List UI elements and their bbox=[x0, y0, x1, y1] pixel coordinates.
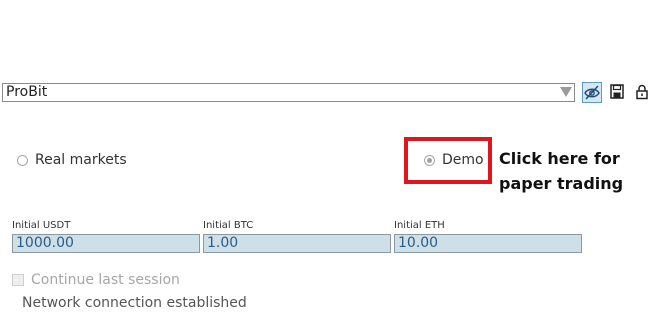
initial-btc-field: Initial BTC 1.00 bbox=[203, 220, 391, 253]
floppy-disk-icon bbox=[610, 84, 624, 99]
initial-usdt-input[interactable]: 1000.00 bbox=[12, 234, 200, 253]
dropdown-arrow-icon[interactable] bbox=[560, 87, 572, 97]
status-text: Network connection established bbox=[22, 295, 247, 311]
paper-trading-callout: Click here for paper trading bbox=[499, 149, 624, 193]
initial-eth-field: Initial ETH 10.00 bbox=[394, 220, 582, 253]
eye-slash-icon bbox=[584, 85, 600, 100]
continue-session-checkbox bbox=[12, 274, 24, 286]
lock-button[interactable] bbox=[633, 82, 653, 103]
trading-settings-panel: ProBit Real markets Demo Click here for bbox=[0, 0, 656, 322]
initial-usdt-label: Initial USDT bbox=[12, 220, 71, 231]
initial-btc-label: Initial BTC bbox=[203, 220, 254, 231]
initial-btc-input[interactable]: 1.00 bbox=[203, 234, 391, 253]
demo-highlight-box bbox=[404, 137, 492, 184]
real-markets-label: Real markets bbox=[35, 152, 127, 168]
initial-usdt-field: Initial USDT 1000.00 bbox=[12, 220, 200, 253]
lock-icon bbox=[636, 84, 648, 100]
real-markets-option[interactable]: Real markets bbox=[17, 152, 127, 168]
initial-eth-input[interactable]: 10.00 bbox=[394, 234, 582, 253]
continue-session-option: Continue last session bbox=[12, 272, 180, 288]
real-markets-radio[interactable] bbox=[17, 154, 28, 166]
toggle-visibility-button[interactable] bbox=[582, 82, 602, 103]
exchange-select-value: ProBit bbox=[6, 84, 48, 100]
save-button[interactable] bbox=[608, 82, 628, 103]
initial-eth-label: Initial ETH bbox=[394, 220, 445, 231]
exchange-select[interactable]: ProBit bbox=[2, 83, 575, 102]
continue-session-label: Continue last session bbox=[31, 272, 180, 288]
